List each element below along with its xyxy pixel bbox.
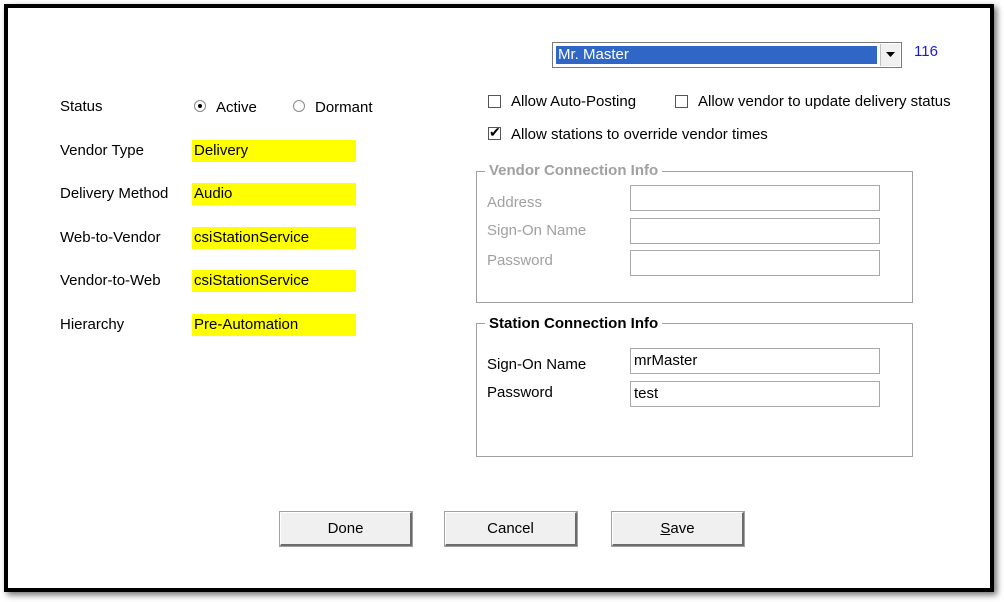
save-button[interactable]: Save [611, 511, 745, 547]
web-to-vendor-label: Web-to-Vendor [60, 229, 161, 246]
vendor-connection-title: Vendor Connection Info [485, 162, 663, 179]
dormant-radio-label[interactable]: Dormant [315, 99, 373, 116]
dropdown-arrow-button[interactable] [880, 44, 900, 66]
chevron-down-icon [886, 52, 895, 57]
vendor-address-label: Address [487, 194, 543, 211]
hierarchy-value: Pre-Automation [192, 314, 356, 336]
vendor-select[interactable]: Mr. Master [552, 42, 902, 68]
active-radio[interactable] [194, 100, 206, 112]
status-label: Status [60, 98, 103, 115]
vendor-signon-field[interactable] [630, 218, 880, 244]
vendor-to-web-value: csiStationService [192, 270, 356, 292]
save-button-mnemonic: S [660, 520, 671, 537]
active-radio-label[interactable]: Active [216, 99, 257, 116]
web-to-vendor-value: csiStationService [192, 227, 356, 249]
hierarchy-label: Hierarchy [60, 316, 125, 333]
station-connection-title: Station Connection Info [485, 315, 663, 332]
vendor-password-label: Password [487, 252, 553, 269]
save-button-label: ave [670, 520, 695, 537]
station-signon-field[interactable]: mrMaster [630, 348, 880, 374]
vendor-password-field[interactable] [630, 250, 880, 276]
vendor-type-label: Vendor Type [60, 142, 144, 159]
done-button[interactable]: Done [279, 511, 413, 547]
vendor-signon-label: Sign-On Name [487, 222, 587, 239]
auto-posting-checkbox[interactable] [488, 95, 501, 108]
vendor-update-checkbox[interactable] [675, 95, 688, 108]
station-password-field[interactable]: test [630, 381, 880, 407]
cancel-button[interactable]: Cancel [444, 511, 578, 547]
override-times-label[interactable]: Allow stations to override vendor times [511, 126, 768, 143]
dormant-radio[interactable] [293, 100, 305, 112]
vendor-update-label[interactable]: Allow vendor to update delivery status [698, 93, 951, 110]
record-id: 116 [914, 43, 938, 60]
delivery-method-value: Audio [192, 183, 356, 205]
vendor-address-field[interactable] [630, 185, 880, 211]
vendor-to-web-label: Vendor-to-Web [60, 272, 161, 289]
override-times-checkbox[interactable]: ✔ [488, 124, 501, 140]
station-password-label: Password [487, 384, 553, 401]
station-signon-label: Sign-On Name [487, 356, 587, 373]
checkmark-icon: ✔ [489, 124, 501, 140]
vendor-select-value: Mr. Master [555, 45, 878, 65]
delivery-method-label: Delivery Method [60, 185, 169, 202]
vendor-type-value: Delivery [192, 140, 356, 162]
auto-posting-label[interactable]: Allow Auto-Posting [511, 93, 636, 110]
